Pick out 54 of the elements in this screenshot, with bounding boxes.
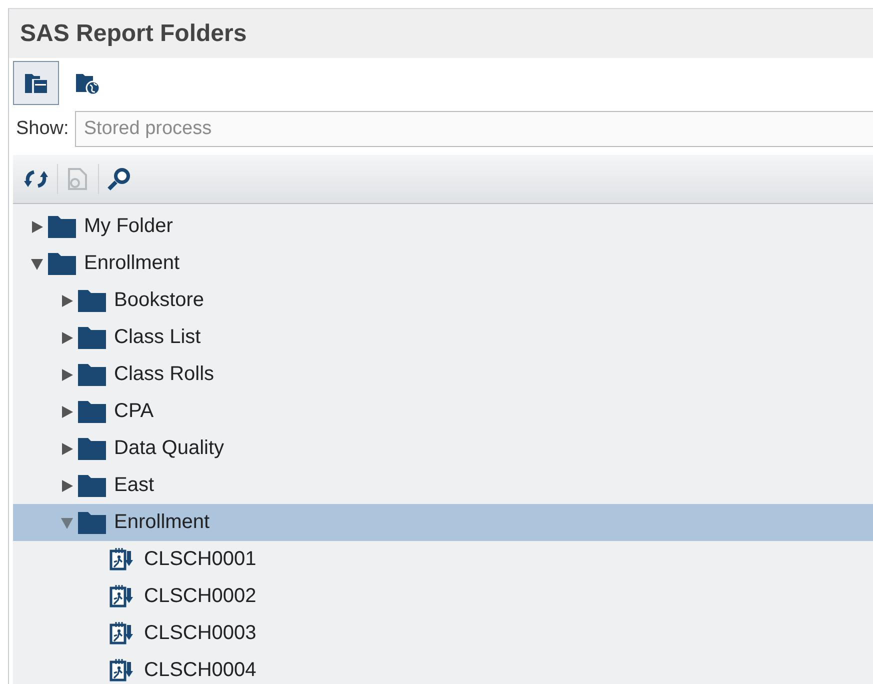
report-name: CLSCH0002	[144, 585, 256, 608]
collapsed-arrow-icon[interactable]	[60, 330, 74, 344]
report-run-icon	[108, 584, 136, 610]
folder-name: Enrollment	[84, 252, 180, 275]
collapsed-arrow-icon[interactable]	[60, 368, 74, 382]
properties-icon	[66, 166, 90, 192]
tree-row[interactable]: My Folder	[13, 208, 873, 245]
report-name: CLSCH0001	[144, 548, 256, 571]
report-run-icon	[108, 620, 136, 646]
folder-name: My Folder	[84, 215, 173, 238]
collapsed-arrow-icon[interactable]	[30, 220, 44, 234]
panel-title: SAS Report Folders	[9, 9, 873, 58]
collapsed-arrow-icon[interactable]	[60, 478, 74, 492]
folder-name: Data Quality	[114, 437, 224, 460]
tree-row[interactable]: Class Rolls	[13, 356, 873, 393]
folder-icon	[48, 216, 76, 238]
search-icon	[107, 166, 133, 192]
folder-name: East	[114, 474, 154, 497]
report-name: CLSCH0004	[144, 659, 256, 682]
folder-icon	[78, 474, 106, 496]
expanded-arrow-icon[interactable]	[30, 256, 44, 270]
globe-folder-icon	[75, 71, 101, 95]
folder-name: Bookstore	[114, 289, 204, 312]
report-name: CLSCH0003	[144, 622, 256, 645]
tree-row[interactable]: East	[13, 467, 873, 504]
show-label: Show:	[16, 118, 69, 140]
tree-row[interactable]: Data Quality	[13, 430, 873, 467]
folder-icon	[78, 512, 106, 534]
folder-name: Class Rolls	[114, 363, 214, 386]
tree-row[interactable]: Enrollment	[13, 504, 873, 541]
folders-icon	[24, 71, 48, 95]
collapsed-arrow-icon[interactable]	[60, 404, 74, 418]
collapsed-arrow-icon[interactable]	[60, 442, 74, 456]
folder-name: Enrollment	[114, 511, 210, 534]
folder-icon	[78, 438, 106, 460]
folder-name: Class List	[114, 326, 201, 349]
folder-icon	[78, 290, 106, 312]
folder-icon	[78, 364, 106, 386]
tree-row[interactable]: Bookstore	[13, 282, 873, 319]
tree-row[interactable]: CLSCH0002	[13, 578, 873, 615]
view-button[interactable]	[13, 61, 59, 105]
tree-row[interactable]: CPA	[13, 393, 873, 430]
tree-row[interactable]: Enrollment	[13, 245, 873, 282]
tree-row[interactable]: CLSCH0003	[13, 615, 873, 652]
report-run-icon	[108, 658, 136, 684]
report-run-icon	[108, 546, 136, 572]
folder-icon	[78, 400, 106, 422]
tree-row[interactable]: CLSCH0001	[13, 541, 873, 578]
collapsed-arrow-icon[interactable]	[60, 294, 74, 308]
folder-icon	[48, 252, 76, 274]
folder-icon	[78, 326, 106, 348]
tree-row[interactable]: Class List	[13, 319, 873, 356]
tree-row[interactable]: CLSCH0004	[13, 652, 873, 684]
folder-name: CPA	[114, 400, 154, 423]
